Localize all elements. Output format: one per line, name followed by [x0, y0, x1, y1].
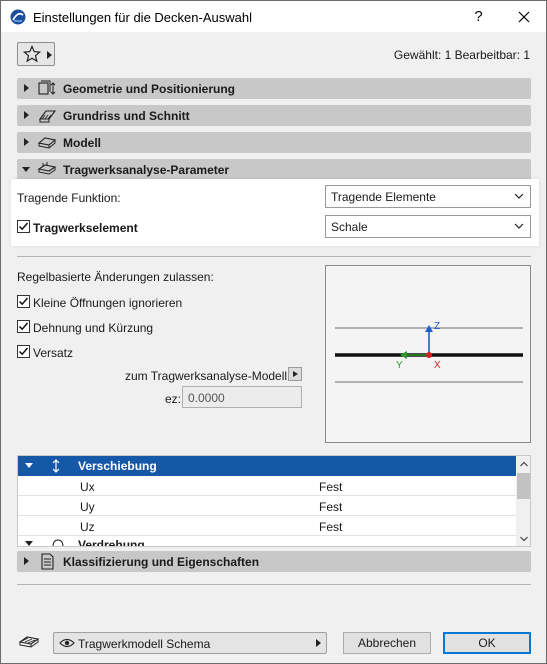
origin-point: [426, 352, 432, 358]
chevron-right-icon: [47, 51, 52, 59]
row-name: Uy: [80, 500, 95, 514]
row-value: Fest: [319, 520, 343, 534]
panel-structural-analysis[interactable]: Tragwerksanalyse-Parameter: [17, 159, 531, 180]
tree-header-displacement[interactable]: Verschiebung: [18, 456, 516, 476]
structural-analysis-icon: [37, 162, 57, 175]
row-name: Uz: [80, 520, 95, 534]
scrollbar-thumb[interactable]: [517, 473, 530, 499]
expand-arrow-icon: [24, 111, 29, 119]
model-link-label: zum Tragwerksanalyse-Modell: [125, 369, 288, 383]
support-tree[interactable]: Verschiebung Ux Fest Uy Fest Uz Fest Ver…: [17, 455, 531, 547]
vertical-arrow-icon: [52, 459, 60, 473]
schema-label: Tragwerkmodell Schema: [78, 637, 211, 651]
option-label: Dehnung und Kürzung: [33, 321, 154, 335]
cancel-button[interactable]: Abbrechen: [343, 632, 431, 654]
y-axis-label: Y: [396, 360, 403, 371]
chevron-right-icon: [316, 639, 321, 647]
row-value: Fest: [319, 480, 343, 494]
tree-row[interactable]: Uz Fest: [18, 516, 516, 536]
panel-label: Tragwerksanalyse-Parameter: [63, 163, 230, 177]
ez-input[interactable]: 0.0000: [182, 386, 302, 408]
z-axis-label: Z: [434, 321, 440, 332]
scroll-down-icon[interactable]: [520, 536, 528, 542]
structural-element-select[interactable]: Schale: [325, 215, 531, 238]
document-icon: [41, 553, 54, 570]
preview-drawing: Z Y X: [335, 321, 523, 383]
tree-header-rotation[interactable]: Verdrehung: [18, 537, 516, 547]
checkmark-icon: [18, 222, 29, 231]
settings-dialog: Einstellungen für die Decken-Auswahl ? G…: [0, 0, 547, 664]
chevron-down-icon: [514, 193, 524, 199]
collapse-arrow-icon: [22, 167, 30, 172]
ok-button[interactable]: OK: [443, 632, 531, 654]
rotation-icon: [52, 539, 64, 546]
expand-arrow-icon: [24, 557, 29, 565]
tree-row[interactable]: Uy Fest: [18, 496, 516, 516]
x-axis-label: X: [434, 360, 441, 371]
tree-header-label: Verschiebung: [78, 459, 157, 473]
favorites-button[interactable]: [17, 42, 55, 66]
selected-value: Schale: [331, 220, 368, 234]
collapse-arrow-icon: [25, 463, 33, 468]
eye-icon: [59, 638, 75, 648]
panel-label: Klassifizierung und Eigenschaften: [63, 555, 260, 569]
ez-value: 0.0000: [188, 391, 225, 405]
selected-value: Tragende Elemente: [331, 190, 436, 204]
selection-info: Gewählt: 1 Bearbeitbar: 1: [393, 48, 530, 62]
archicad-logo-icon: [10, 9, 26, 25]
scroll-up-icon[interactable]: [520, 461, 528, 467]
option-label: Versatz: [33, 346, 74, 360]
option-label: Kleine Öffnungen ignorieren: [33, 296, 183, 310]
expand-arrow-icon: [24, 138, 29, 146]
title-bar[interactable]: Einstellungen für die Decken-Auswahl ?: [1, 1, 546, 32]
ez-label: ez:: [165, 392, 182, 406]
panel-geometry[interactable]: Geometrie und Positionierung: [17, 78, 531, 99]
tree-row[interactable]: Ux Fest: [18, 476, 516, 496]
structural-function-label: Tragende Funktion:: [17, 191, 121, 205]
structural-preview: Z Y X: [325, 265, 531, 443]
chevron-down-icon: [514, 223, 524, 229]
checkmark-icon: [18, 297, 29, 306]
panel-label: Modell: [63, 136, 101, 150]
tree-scrollbar[interactable]: [516, 456, 530, 546]
structural-element-label: Tragwerkselement: [33, 221, 138, 235]
model-icon: [37, 137, 57, 149]
panel-classification[interactable]: Klassifizierung und Eigenschaften: [17, 551, 531, 572]
row-name: Ux: [80, 480, 95, 494]
panel-model[interactable]: Modell: [17, 132, 531, 153]
extension-shortening-checkbox[interactable]: [17, 320, 30, 333]
star-icon: [23, 45, 41, 63]
panel-floorplan-section[interactable]: Grundriss und Schnitt: [17, 105, 531, 126]
structural-function-select[interactable]: Tragende Elemente: [325, 185, 531, 208]
floorplan-section-icon: [38, 110, 57, 123]
slab-tool-icon: [18, 636, 40, 648]
panel-label: Grundriss und Schnitt: [63, 109, 190, 123]
expand-arrow-icon: [24, 84, 29, 92]
panel-label: Geometrie und Positionierung: [63, 82, 236, 96]
structural-element-checkbox[interactable]: [17, 220, 30, 233]
tree-header-label: Verdrehung: [78, 538, 145, 547]
help-button[interactable]: ?: [456, 1, 501, 32]
structural-model-schema-button[interactable]: Tragwerkmodell Schema: [53, 632, 327, 654]
model-link-button[interactable]: [288, 367, 302, 381]
close-button[interactable]: [501, 1, 546, 32]
divider: [17, 584, 531, 585]
close-icon: [518, 11, 529, 22]
row-value: Fest: [319, 500, 343, 514]
collapse-arrow-icon: [25, 541, 33, 546]
geometry-icon: [38, 80, 56, 95]
window-title: Einstellungen für die Decken-Auswahl: [33, 10, 252, 25]
checkmark-icon: [18, 347, 29, 356]
ignore-small-openings-checkbox[interactable]: [17, 295, 30, 308]
rules-label: Regelbasierte Änderungen zulassen:: [17, 270, 214, 284]
checkmark-icon: [18, 322, 29, 331]
y-arrow-icon: [400, 351, 407, 359]
offset-checkbox[interactable]: [17, 345, 30, 358]
divider: [17, 256, 531, 257]
